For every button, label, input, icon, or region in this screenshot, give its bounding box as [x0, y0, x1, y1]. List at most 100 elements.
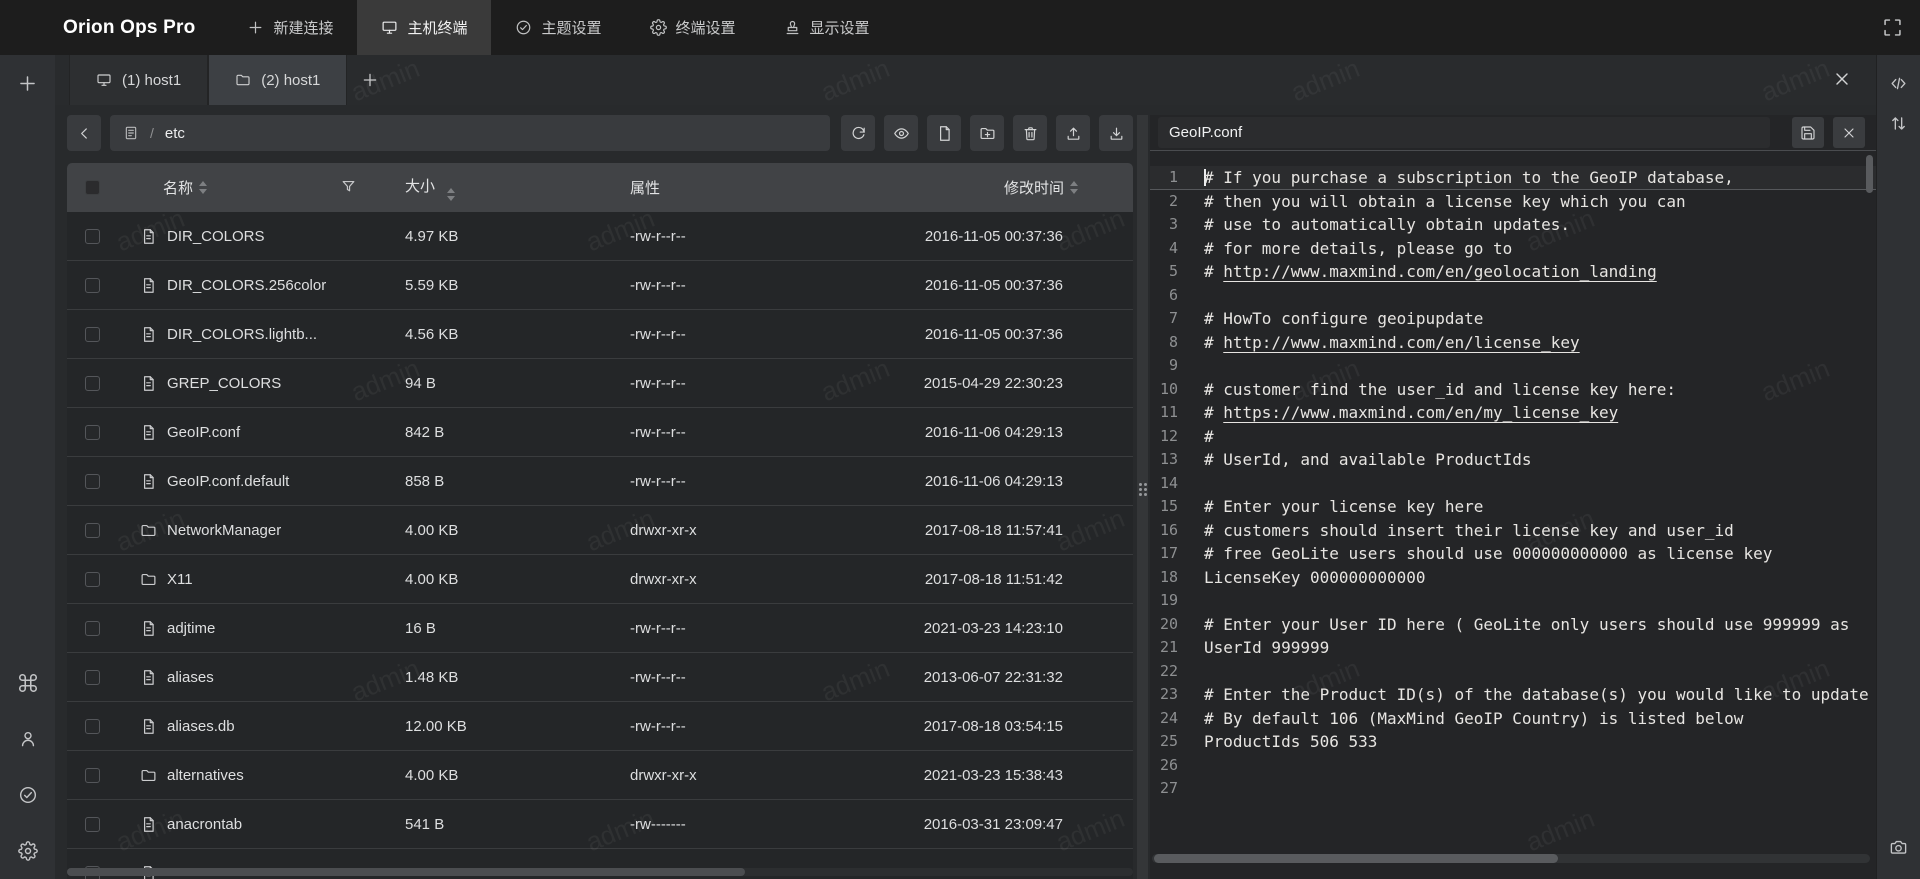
session-tab-1[interactable]: (1) host1 — [69, 55, 208, 105]
screenshot-button[interactable] — [1877, 827, 1920, 867]
menu-item-1[interactable]: 新建连接 — [223, 0, 357, 55]
code-line-8[interactable]: 8# http://www.maxmind.com/en/license_key — [1150, 331, 1876, 355]
sort-arrows-icon[interactable] — [1070, 181, 1078, 194]
row-checkbox[interactable] — [85, 670, 100, 685]
code-line-4[interactable]: 4# for more details, please go to — [1150, 237, 1876, 261]
row-checkbox[interactable] — [85, 229, 100, 244]
download-button[interactable] — [1099, 115, 1133, 151]
upload-button[interactable] — [1056, 115, 1090, 151]
code-line-9[interactable]: 9 — [1150, 354, 1876, 378]
row-checkbox[interactable] — [85, 523, 100, 538]
code-line-5[interactable]: 5# http://www.maxmind.com/en/geolocation… — [1150, 260, 1876, 284]
breadcrumb[interactable]: / etc — [110, 115, 830, 151]
url-link[interactable]: http://www.maxmind.com/en/geolocation_la… — [1223, 262, 1656, 281]
sort-arrows-icon[interactable] — [447, 188, 455, 201]
editor-hscrollbar-thumb[interactable] — [1154, 854, 1558, 863]
code-line-3[interactable]: 3# use to automatically obtain updates. — [1150, 213, 1876, 237]
row-checkbox[interactable] — [85, 572, 100, 587]
session-tab-2[interactable]: (2) host1 — [208, 55, 347, 105]
filter-icon[interactable] — [340, 178, 357, 195]
theme-settings-button[interactable] — [0, 773, 55, 817]
new-file-button[interactable] — [927, 115, 961, 151]
code-line-19[interactable]: 19 — [1150, 589, 1876, 613]
code-line-14[interactable]: 14 — [1150, 472, 1876, 496]
row-checkbox[interactable] — [85, 376, 100, 391]
panel-resize-handle[interactable] — [1137, 115, 1148, 879]
sort-arrows-icon[interactable] — [199, 181, 207, 194]
table-row[interactable]: X114.00 KBdrwxr-xr-x2017-08-18 11:51:42 — [67, 555, 1133, 604]
refresh-button[interactable] — [841, 115, 875, 151]
row-checkbox[interactable] — [85, 621, 100, 636]
user-button[interactable] — [0, 717, 55, 761]
code-line-13[interactable]: 13# UserId, and available ProductIds — [1150, 448, 1876, 472]
new-connection-button[interactable] — [0, 61, 55, 105]
file-table-hscrollbar-thumb[interactable] — [67, 868, 745, 876]
table-row[interactable]: GeoIP.conf842 B-rw-r--r--2016-11-06 04:2… — [67, 408, 1133, 457]
code-line-20[interactable]: 20# Enter your User ID here ( GeoLite on… — [1150, 613, 1876, 637]
close-session-button[interactable] — [1832, 69, 1852, 89]
row-checkbox[interactable] — [85, 327, 100, 342]
settings-button[interactable] — [0, 829, 55, 873]
row-checkbox[interactable] — [85, 278, 100, 293]
menu-item-2[interactable]: 主机终端 — [357, 0, 491, 55]
row-checkbox[interactable] — [85, 425, 100, 440]
table-row[interactable]: DIR_COLORS4.97 KB-rw-r--r--2016-11-05 00… — [67, 212, 1133, 261]
close-editor-button[interactable] — [1833, 117, 1865, 148]
back-button[interactable] — [67, 115, 101, 151]
code-line-23[interactable]: 23# Enter the Product ID(s) of the datab… — [1150, 683, 1876, 707]
delete-button[interactable] — [1013, 115, 1047, 151]
table-row[interactable]: adjtime16 B-rw-r--r--2021-03-23 14:23:10 — [67, 604, 1133, 653]
code-line-2[interactable]: 2# then you will obtain a license key wh… — [1150, 190, 1876, 214]
code-line-27[interactable]: 27 — [1150, 777, 1876, 801]
code-line-25[interactable]: 25ProductIds 506 533 — [1150, 730, 1876, 754]
editor-hscrollbar[interactable] — [1152, 854, 1870, 863]
code-line-15[interactable]: 15# Enter your license key here — [1150, 495, 1876, 519]
code-line-22[interactable]: 22 — [1150, 660, 1876, 684]
code-line-12[interactable]: 12# — [1150, 425, 1876, 449]
row-checkbox[interactable] — [85, 817, 100, 832]
fullscreen-icon[interactable] — [1882, 17, 1903, 38]
preview-button[interactable] — [884, 115, 918, 151]
code-line-26[interactable]: 26 — [1150, 754, 1876, 778]
column-header-size[interactable]: 大小 — [372, 175, 568, 201]
table-row[interactable]: anacrontab541 B-rw-------2016-03-31 23:0… — [67, 800, 1133, 849]
table-row[interactable]: alternatives4.00 KBdrwxr-xr-x2021-03-23 … — [67, 751, 1133, 800]
menu-item-3[interactable]: 主题设置 — [491, 0, 625, 55]
table-row[interactable]: GeoIP.conf.default858 B-rw-r--r--2016-11… — [67, 457, 1133, 506]
new-tab-button[interactable] — [347, 55, 393, 105]
code-line-24[interactable]: 24# By default 106 (MaxMind GeoIP Countr… — [1150, 707, 1876, 731]
editor-vscrollbar-thumb[interactable] — [1866, 155, 1873, 193]
url-link[interactable]: http://www.maxmind.com/en/license_key — [1223, 333, 1579, 352]
menu-item-5[interactable]: 显示设置 — [760, 0, 894, 55]
file-table-hscrollbar[interactable] — [67, 868, 1133, 876]
code-line-21[interactable]: 21UserId 999999 — [1150, 636, 1876, 660]
row-checkbox[interactable] — [85, 474, 100, 489]
editor-code-area[interactable]: 1# If you purchase a subscription to the… — [1150, 152, 1876, 852]
code-line-16[interactable]: 16# customers should insert their licens… — [1150, 519, 1876, 543]
column-header-name[interactable]: 名称 — [117, 177, 372, 198]
table-row[interactable]: DIR_COLORS.lightb...4.56 KB-rw-r--r--201… — [67, 310, 1133, 359]
row-checkbox[interactable] — [85, 719, 100, 734]
new-folder-button[interactable] — [970, 115, 1004, 151]
select-all-checkbox[interactable] — [85, 180, 100, 195]
script-editor-button[interactable] — [1877, 63, 1920, 103]
table-row[interactable]: aliases.db12.00 KB-rw-r--r--2017-08-18 0… — [67, 702, 1133, 751]
row-checkbox[interactable] — [85, 768, 100, 783]
sort-order-button[interactable] — [1877, 103, 1920, 143]
code-line-10[interactable]: 10# customer find the user_id and licens… — [1150, 378, 1876, 402]
column-header-mtime[interactable]: 修改时间 — [822, 177, 1133, 198]
code-line-7[interactable]: 7# HowTo configure geoipupdate — [1150, 307, 1876, 331]
code-line-11[interactable]: 11# https://www.maxmind.com/en/my_licens… — [1150, 401, 1876, 425]
code-line-18[interactable]: 18LicenseKey 000000000000 — [1150, 566, 1876, 590]
code-line-1[interactable]: 1# If you purchase a subscription to the… — [1150, 166, 1876, 190]
url-link[interactable]: https://www.maxmind.com/en/my_license_ke… — [1223, 403, 1618, 422]
table-row[interactable]: GREP_COLORS94 B-rw-r--r--2015-04-29 22:3… — [67, 359, 1133, 408]
shortcut-keys-button[interactable] — [0, 661, 55, 705]
table-row[interactable]: NetworkManager4.00 KBdrwxr-xr-x2017-08-1… — [67, 506, 1133, 555]
code-line-17[interactable]: 17# free GeoLite users should use 000000… — [1150, 542, 1876, 566]
menu-item-4[interactable]: 终端设置 — [626, 0, 760, 55]
code-line-6[interactable]: 6 — [1150, 284, 1876, 308]
save-file-button[interactable] — [1792, 117, 1824, 148]
table-row[interactable]: aliases1.48 KB-rw-r--r--2013-06-07 22:31… — [67, 653, 1133, 702]
editor-filename-field[interactable]: GeoIP.conf — [1158, 117, 1770, 148]
